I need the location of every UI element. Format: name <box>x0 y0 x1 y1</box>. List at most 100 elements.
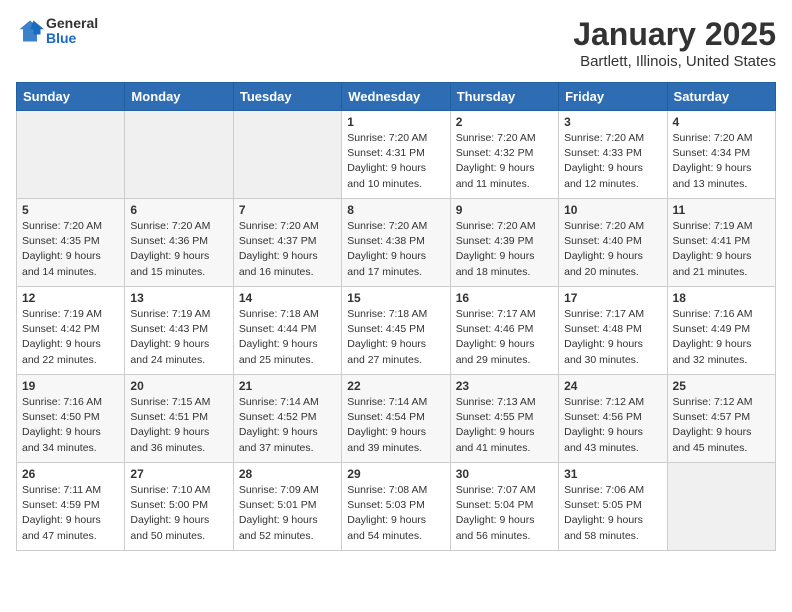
day-number: 31 <box>564 467 661 481</box>
calendar-week-row: 1 Sunrise: 7:20 AMSunset: 4:31 PMDaylight… <box>17 111 776 199</box>
day-info: Sunrise: 7:17 AMSunset: 4:46 PMDaylight:… <box>456 307 553 368</box>
calendar-subtitle: Bartlett, Illinois, United States <box>573 53 776 70</box>
calendar-cell: 7 Sunrise: 7:20 AMSunset: 4:37 PMDaylight… <box>233 199 341 287</box>
day-info: Sunrise: 7:20 AMSunset: 4:40 PMDaylight:… <box>564 219 661 280</box>
day-info: Sunrise: 7:20 AMSunset: 4:32 PMDaylight:… <box>456 131 553 192</box>
day-info: Sunrise: 7:20 AMSunset: 4:31 PMDaylight:… <box>347 131 444 192</box>
calendar-cell: 22 Sunrise: 7:14 AMSunset: 4:54 PMDayligh… <box>342 375 450 463</box>
day-number: 25 <box>673 379 770 393</box>
day-info: Sunrise: 7:16 AMSunset: 4:50 PMDaylight:… <box>22 395 119 456</box>
calendar-cell: 26 Sunrise: 7:11 AMSunset: 4:59 PMDayligh… <box>17 463 125 551</box>
calendar-cell <box>233 111 341 199</box>
day-info: Sunrise: 7:14 AMSunset: 4:54 PMDaylight:… <box>347 395 444 456</box>
day-number: 30 <box>456 467 553 481</box>
weekday-header: Saturday <box>667 83 775 111</box>
day-info: Sunrise: 7:17 AMSunset: 4:48 PMDaylight:… <box>564 307 661 368</box>
day-number: 20 <box>130 379 227 393</box>
day-number: 8 <box>347 203 444 217</box>
day-info: Sunrise: 7:20 AMSunset: 4:38 PMDaylight:… <box>347 219 444 280</box>
calendar-cell: 8 Sunrise: 7:20 AMSunset: 4:38 PMDaylight… <box>342 199 450 287</box>
logo: General Blue <box>16 16 98 47</box>
day-number: 22 <box>347 379 444 393</box>
day-number: 6 <box>130 203 227 217</box>
day-info: Sunrise: 7:20 AMSunset: 4:37 PMDaylight:… <box>239 219 336 280</box>
calendar-cell: 2Sunrise: 7:20 AMSunset: 4:32 PMDaylight… <box>450 111 558 199</box>
day-info: Sunrise: 7:19 AMSunset: 4:43 PMDaylight:… <box>130 307 227 368</box>
day-number: 5 <box>22 203 119 217</box>
day-info: Sunrise: 7:18 AMSunset: 4:44 PMDaylight:… <box>239 307 336 368</box>
weekday-header: Friday <box>559 83 667 111</box>
day-info: Sunrise: 7:20 AMSunset: 4:34 PMDaylight:… <box>673 131 770 192</box>
day-info: Sunrise: 7:11 AMSunset: 4:59 PMDaylight:… <box>22 483 119 544</box>
calendar-title: January 2025 <box>573 16 776 53</box>
calendar-cell: 3 Sunrise: 7:20 AMSunset: 4:33 PMDaylight… <box>559 111 667 199</box>
day-number: 3 <box>564 115 661 129</box>
title-block: January 2025 Bartlett, Illinois, United … <box>573 16 776 70</box>
calendar-cell: 23Sunrise: 7:13 AMSunset: 4:55 PMDayligh… <box>450 375 558 463</box>
calendar-week-row: 19 Sunrise: 7:16 AMSunset: 4:50 PMDayligh… <box>17 375 776 463</box>
day-info: Sunrise: 7:06 AMSunset: 5:05 PMDaylight:… <box>564 483 661 544</box>
calendar-cell: 20Sunrise: 7:15 AMSunset: 4:51 PMDayligh… <box>125 375 233 463</box>
calendar-cell: 6 Sunrise: 7:20 AMSunset: 4:36 PMDaylight… <box>125 199 233 287</box>
day-info: Sunrise: 7:07 AMSunset: 5:04 PMDaylight:… <box>456 483 553 544</box>
calendar-cell: 24 Sunrise: 7:12 AMSunset: 4:56 PMDayligh… <box>559 375 667 463</box>
day-number: 27 <box>130 467 227 481</box>
day-number: 13 <box>130 291 227 305</box>
calendar-cell <box>125 111 233 199</box>
day-number: 9 <box>456 203 553 217</box>
calendar-cell <box>667 463 775 551</box>
calendar-cell: 5 Sunrise: 7:20 AMSunset: 4:35 PMDaylight… <box>17 199 125 287</box>
day-number: 19 <box>22 379 119 393</box>
calendar-week-row: 5 Sunrise: 7:20 AMSunset: 4:35 PMDaylight… <box>17 199 776 287</box>
day-info: Sunrise: 7:16 AMSunset: 4:49 PMDaylight:… <box>673 307 770 368</box>
calendar-cell: 1 Sunrise: 7:20 AMSunset: 4:31 PMDaylight… <box>342 111 450 199</box>
calendar-cell: 17 Sunrise: 7:17 AMSunset: 4:48 PMDayligh… <box>559 287 667 375</box>
calendar-cell: 30 Sunrise: 7:07 AMSunset: 5:04 PMDayligh… <box>450 463 558 551</box>
day-number: 28 <box>239 467 336 481</box>
day-info: Sunrise: 7:08 AMSunset: 5:03 PMDaylight:… <box>347 483 444 544</box>
day-info: Sunrise: 7:09 AMSunset: 5:01 PMDaylight:… <box>239 483 336 544</box>
calendar-table: SundayMondayTuesdayWednesdayThursdayFrid… <box>16 82 776 551</box>
day-info: Sunrise: 7:20 AMSunset: 4:35 PMDaylight:… <box>22 219 119 280</box>
day-info: Sunrise: 7:12 AMSunset: 4:57 PMDaylight:… <box>673 395 770 456</box>
logo-general: General <box>46 16 98 31</box>
day-number: 7 <box>239 203 336 217</box>
day-number: 18 <box>673 291 770 305</box>
day-number: 10 <box>564 203 661 217</box>
logo-icon <box>16 17 44 45</box>
calendar-cell: 11 Sunrise: 7:19 AMSunset: 4:41 PMDayligh… <box>667 199 775 287</box>
day-info: Sunrise: 7:20 AMSunset: 4:33 PMDaylight:… <box>564 131 661 192</box>
day-number: 4 <box>673 115 770 129</box>
calendar-cell: 9Sunrise: 7:20 AMSunset: 4:39 PMDaylight… <box>450 199 558 287</box>
calendar-cell: 25 Sunrise: 7:12 AMSunset: 4:57 PMDayligh… <box>667 375 775 463</box>
day-number: 26 <box>22 467 119 481</box>
calendar-cell: 31 Sunrise: 7:06 AMSunset: 5:05 PMDayligh… <box>559 463 667 551</box>
weekday-header: Thursday <box>450 83 558 111</box>
weekday-header: Tuesday <box>233 83 341 111</box>
day-info: Sunrise: 7:19 AMSunset: 4:41 PMDaylight:… <box>673 219 770 280</box>
day-number: 23 <box>456 379 553 393</box>
weekday-header: Sunday <box>17 83 125 111</box>
logo-text: General Blue <box>46 16 98 47</box>
calendar-week-row: 12Sunrise: 7:19 AMSunset: 4:42 PMDayligh… <box>17 287 776 375</box>
page-header: General Blue January 2025 Bartlett, Illi… <box>16 16 776 70</box>
calendar-cell <box>17 111 125 199</box>
calendar-cell: 14Sunrise: 7:18 AMSunset: 4:44 PMDayligh… <box>233 287 341 375</box>
day-info: Sunrise: 7:14 AMSunset: 4:52 PMDaylight:… <box>239 395 336 456</box>
day-info: Sunrise: 7:12 AMSunset: 4:56 PMDaylight:… <box>564 395 661 456</box>
calendar-cell: 18 Sunrise: 7:16 AMSunset: 4:49 PMDayligh… <box>667 287 775 375</box>
day-number: 1 <box>347 115 444 129</box>
logo-blue: Blue <box>46 31 98 46</box>
day-number: 15 <box>347 291 444 305</box>
weekday-header: Wednesday <box>342 83 450 111</box>
day-number: 17 <box>564 291 661 305</box>
day-number: 29 <box>347 467 444 481</box>
day-number: 16 <box>456 291 553 305</box>
calendar-cell: 21 Sunrise: 7:14 AMSunset: 4:52 PMDayligh… <box>233 375 341 463</box>
day-number: 24 <box>564 379 661 393</box>
day-number: 21 <box>239 379 336 393</box>
day-number: 11 <box>673 203 770 217</box>
calendar-cell: 29 Sunrise: 7:08 AMSunset: 5:03 PMDayligh… <box>342 463 450 551</box>
day-info: Sunrise: 7:20 AMSunset: 4:36 PMDaylight:… <box>130 219 227 280</box>
calendar-cell: 15Sunrise: 7:18 AMSunset: 4:45 PMDayligh… <box>342 287 450 375</box>
